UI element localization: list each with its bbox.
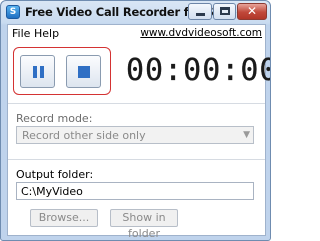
maximize-button[interactable] — [213, 3, 236, 20]
show-in-folder-button[interactable]: Show in folder — [110, 209, 178, 240]
stop-icon — [78, 66, 90, 78]
divider — [8, 103, 265, 104]
maximize-icon — [220, 7, 230, 15]
title-bar[interactable]: S Free Video Call Recorder for Skype ...… — [1, 1, 270, 23]
record-mode-select[interactable]: Record other side only ▼ — [16, 126, 254, 144]
output-folder-input[interactable]: C:\MyVideo — [16, 182, 254, 200]
pause-icon — [33, 66, 44, 78]
menu-file[interactable]: File — [12, 27, 30, 40]
record-mode-value: Record other side only — [22, 129, 146, 142]
menu-bar: File Help www.dvdvideosoft.com — [8, 25, 265, 42]
stop-button[interactable] — [66, 55, 101, 88]
minimize-button[interactable] — [188, 3, 212, 20]
browse-button[interactable]: Browse... — [30, 209, 98, 227]
record-mode-label: Record mode: — [16, 112, 93, 125]
close-button[interactable]: ✕ — [237, 3, 267, 20]
output-folder-label: Output folder: — [16, 168, 94, 181]
output-folder-value: C:\MyVideo — [21, 185, 83, 198]
recording-timer: 00:00:00 — [126, 53, 271, 88]
close-icon: ✕ — [247, 4, 258, 18]
website-link[interactable]: www.dvdvideosoft.com — [140, 27, 262, 39]
skype-app-icon: S — [6, 5, 20, 19]
recording-controls — [13, 47, 111, 95]
pause-button[interactable] — [20, 55, 55, 88]
menu-help[interactable]: Help — [34, 27, 59, 40]
chevron-down-icon: ▼ — [243, 130, 250, 140]
client-area: File Help www.dvdvideosoft.com 00:00:00 … — [7, 24, 271, 240]
divider — [8, 159, 265, 160]
app-window: S Free Video Call Recorder for Skype ...… — [0, 0, 271, 241]
minimize-icon — [196, 13, 205, 16]
